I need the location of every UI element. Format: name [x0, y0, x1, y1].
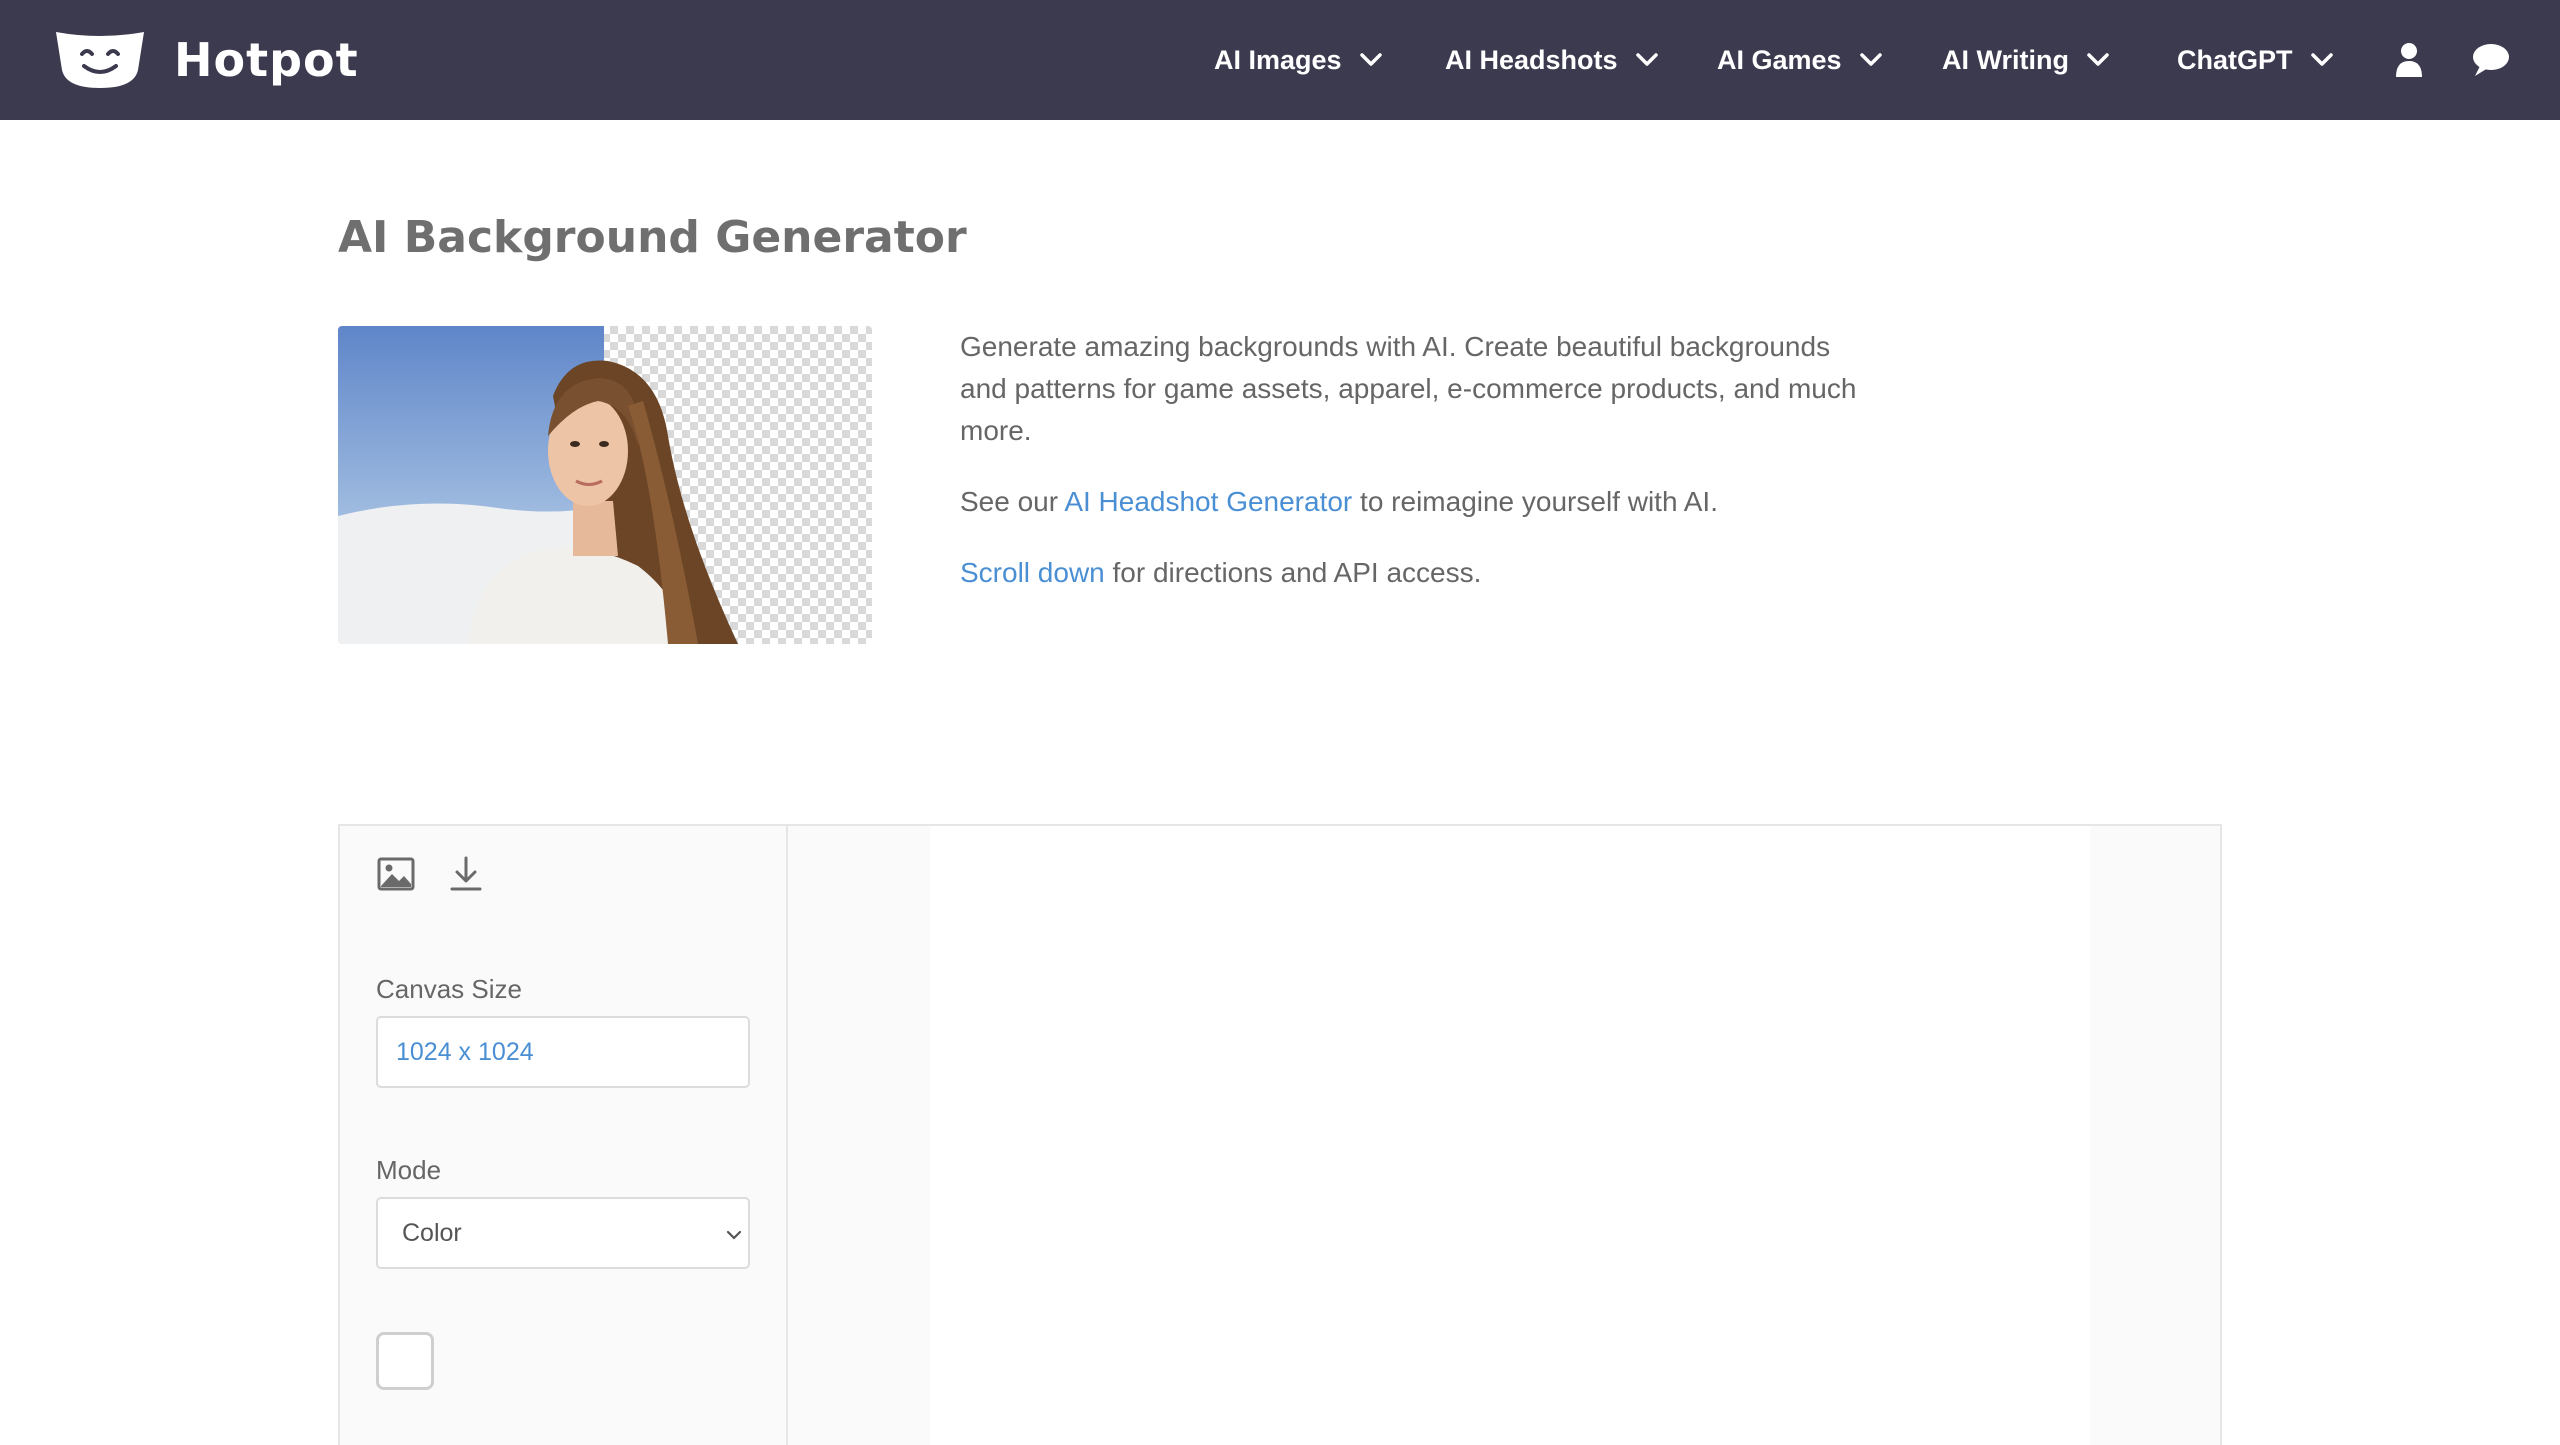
chevron-down-icon: [726, 1230, 742, 1240]
chevron-down-icon: [1359, 53, 1382, 66]
download-icon: [450, 856, 482, 891]
user-icon: [2396, 43, 2422, 77]
hero-description: Generate amazing backgrounds with AI. Cr…: [960, 326, 1860, 623]
mode-selected-value: Color: [402, 1218, 462, 1247]
user-account-button[interactable]: [2392, 38, 2426, 82]
scroll-suffix: for directions and API access.: [1112, 557, 1482, 588]
hotpot-logo-icon: [56, 32, 144, 88]
canvas-size-label: Canvas Size: [376, 974, 522, 1004]
mode-select[interactable]: Color: [376, 1197, 750, 1269]
canvas-size-input[interactable]: [376, 1016, 750, 1088]
nav-item-ai-headshots[interactable]: AI Headshots: [1445, 0, 1658, 120]
hero-image: [338, 326, 872, 644]
chat-button[interactable]: [2468, 38, 2512, 82]
scroll-down-link[interactable]: Scroll down: [960, 557, 1105, 588]
nav-item-ai-writing[interactable]: AI Writing: [1942, 0, 2109, 120]
image-icon: [377, 857, 415, 891]
brand[interactable]: Hotpot: [52, 28, 359, 92]
ai-headshot-generator-link[interactable]: AI Headshot Generator: [1064, 486, 1352, 517]
canvas-area: [790, 826, 2220, 1445]
drawing-canvas[interactable]: [930, 826, 2090, 1445]
nav-item-label: ChatGPT: [2177, 44, 2293, 75]
chevron-down-icon: [1635, 53, 1658, 66]
brand-name: Hotpot: [174, 33, 359, 87]
option-checkbox[interactable]: [376, 1332, 434, 1390]
hero-illustration: [338, 326, 872, 644]
description-text: Generate amazing backgrounds with AI. Cr…: [960, 331, 1857, 446]
nav-item-ai-images[interactable]: AI Images: [1214, 0, 1382, 120]
mode-label: Mode: [376, 1155, 442, 1185]
background-generator-tool: Canvas Size Mode Color: [338, 824, 2222, 1445]
scroll-hint: Scroll down for directions and API acces…: [960, 552, 1860, 594]
nav-item-label: AI Games: [1717, 44, 1842, 75]
headshot-promo: See our AI Headshot Generator to reimagi…: [960, 481, 1860, 523]
headshot-suffix: to reimagine yourself with AI.: [1360, 486, 1718, 517]
nav-item-ai-games[interactable]: AI Games: [1717, 0, 1882, 120]
upload-image-button[interactable]: [374, 852, 418, 896]
headshot-prefix: See our: [960, 486, 1059, 517]
nav-item-label: AI Headshots: [1445, 44, 1618, 75]
nav-item-label: AI Images: [1214, 44, 1342, 75]
chevron-down-icon: [2087, 53, 2109, 66]
tool-sidebar: Canvas Size Mode Color: [340, 826, 788, 1445]
nav-item-label: AI Writing: [1942, 44, 2069, 75]
nav-item-chatgpt[interactable]: ChatGPT: [2177, 0, 2333, 120]
chat-icon: [2473, 44, 2509, 76]
download-button[interactable]: [444, 852, 488, 896]
page-title: AI Background Generator: [338, 212, 967, 263]
chevron-down-icon: [1859, 53, 1882, 66]
chevron-down-icon: [2310, 53, 2333, 66]
top-navbar: Hotpot AI Images AI Headshots AI Games A…: [0, 0, 2560, 120]
